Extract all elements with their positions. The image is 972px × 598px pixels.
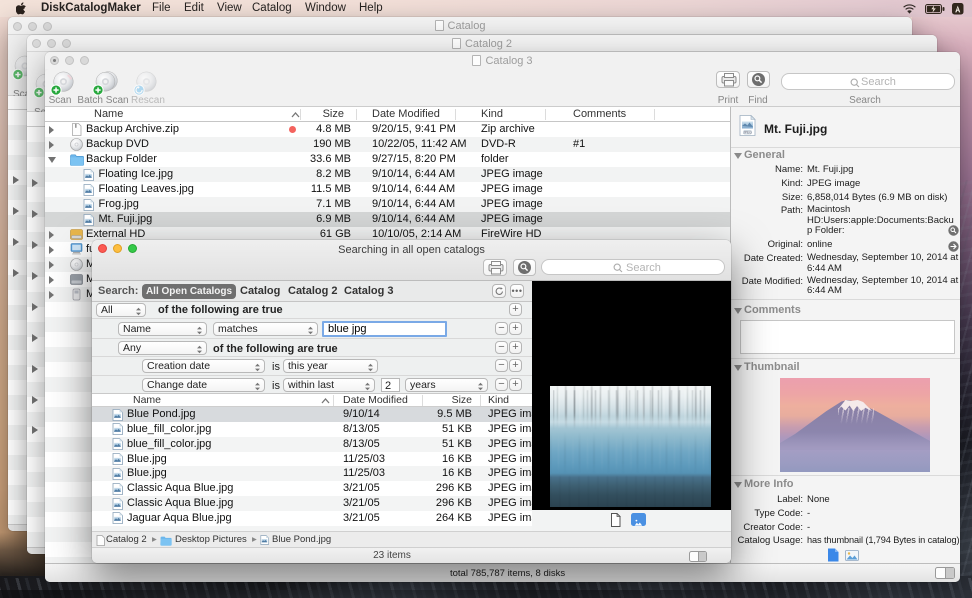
svg-text:JPEG: JPEG <box>743 130 752 134</box>
